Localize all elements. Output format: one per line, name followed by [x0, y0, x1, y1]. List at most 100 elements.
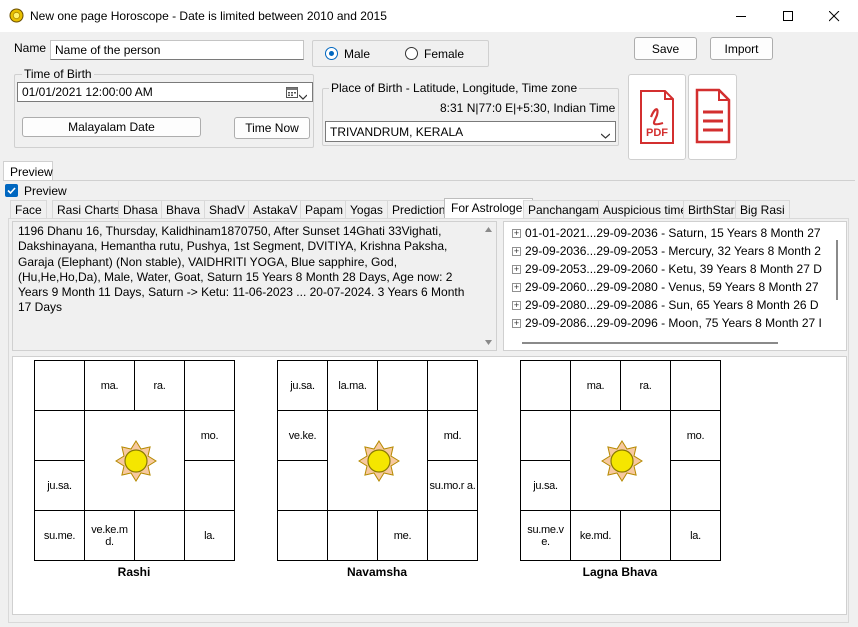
calendar-icon[interactable]	[286, 86, 298, 98]
save-button[interactable]: Save	[634, 37, 697, 60]
house-capricorn: ju.sa.	[34, 460, 85, 511]
chart-board: ma. ra. mo. ju.sa. su.me. ve.ke.m d. la.	[34, 360, 235, 561]
tree-item-label: 29-09-2036...29-09-2053 - Mercury, 32 Ye…	[525, 244, 821, 258]
house-libra	[620, 510, 671, 561]
tree-item[interactable]: +29-09-2086...29-09-2096 - Moon, 75 Year…	[512, 314, 842, 332]
chart-center	[84, 410, 185, 511]
maximize-button[interactable]	[765, 0, 811, 32]
house-scorpio: ve.ke.m d.	[84, 510, 135, 561]
preview-checkbox-label[interactable]: Preview	[24, 184, 67, 198]
house-libra: me.	[377, 510, 428, 561]
tab-yogas[interactable]: Yogas	[345, 200, 388, 218]
house-taurus: ra.	[134, 360, 185, 411]
house-virgo	[427, 510, 478, 561]
tree-item[interactable]: +29-09-2036...29-09-2053 - Mercury, 32 Y…	[512, 242, 842, 260]
dasha-tree[interactable]: +01-01-2021...29-09-2036 - Saturn, 15 Ye…	[503, 221, 847, 351]
tab-for-astrologer[interactable]: For Astrologer	[444, 198, 534, 219]
house-cancer: mo.	[184, 410, 235, 461]
house-aries: ma.	[570, 360, 621, 411]
tree-item[interactable]: +29-09-2060...29-09-2080 - Venus, 59 Yea…	[512, 278, 842, 296]
expand-icon[interactable]: +	[512, 228, 521, 238]
report-button[interactable]	[688, 74, 737, 160]
house-aries: ma.	[84, 360, 135, 411]
tab-dhasa[interactable]: Dhasa	[118, 200, 163, 218]
tab-prediction[interactable]: Prediction	[387, 200, 451, 218]
house-pisces	[520, 360, 571, 411]
chevron-down-icon[interactable]	[298, 89, 308, 103]
pdf-button[interactable]: PDF	[628, 74, 686, 160]
tab-birthstar[interactable]: BirthStar	[683, 200, 740, 218]
details-text: 1196 Dhanu 16, Thursday, Kalidhinam18707…	[18, 224, 465, 315]
datetime-picker[interactable]: 01/01/2021 12:00:00 AM	[17, 82, 313, 102]
pdf-icon: PDF	[637, 87, 677, 147]
male-label[interactable]: Male	[344, 47, 370, 61]
tree-horizontal-scrollbar[interactable]	[522, 342, 778, 344]
tree-vertical-scrollbar[interactable]	[836, 240, 838, 300]
preview-checkbox[interactable]	[5, 184, 18, 197]
house-gemini	[670, 360, 721, 411]
chart-title: Rashi	[117, 565, 151, 579]
place-label: Place of Birth - Latitude, Longitude, Ti…	[329, 81, 580, 95]
coordinates-text: 8:31 N|77:0 E|+5:30, Indian Time	[440, 101, 616, 115]
female-radio[interactable]	[405, 47, 418, 60]
house-sagittarius	[277, 510, 328, 561]
time-of-birth-label: Time of Birth	[22, 67, 94, 81]
tab-shadv[interactable]: ShadV	[204, 200, 251, 218]
datetime-value: 01/01/2021 12:00:00 AM	[22, 85, 153, 99]
tab-auspicious-time[interactable]: Auspicious time	[598, 200, 693, 218]
window-title: New one page Horoscope - Date is limited…	[30, 9, 387, 23]
app-icon	[9, 8, 24, 23]
tab-preview[interactable]: Preview	[3, 161, 53, 181]
tree-item-label: 29-09-2086...29-09-2096 - Moon, 75 Years…	[525, 316, 822, 330]
chevron-down-icon[interactable]	[600, 128, 611, 142]
tab-astakav[interactable]: AstakaV	[248, 200, 303, 218]
close-button[interactable]	[811, 0, 857, 32]
details-scrollbar[interactable]	[481, 222, 496, 350]
house-sagittarius: su.me.	[34, 510, 85, 561]
tab-rasi-charts[interactable]: Rasi Charts	[52, 200, 125, 218]
expand-icon[interactable]: +	[512, 300, 521, 310]
house-scorpio	[327, 510, 378, 561]
import-button[interactable]: Import	[710, 37, 773, 60]
time-now-button[interactable]: Time Now	[234, 117, 310, 139]
house-gemini	[427, 360, 478, 411]
tree-item[interactable]: +29-09-2053...29-09-2060 - Ketu, 39 Year…	[512, 260, 842, 278]
house-virgo: la.	[670, 510, 721, 561]
house-libra	[134, 510, 185, 561]
female-label[interactable]: Female	[424, 47, 464, 61]
tab-face[interactable]: Face	[10, 200, 47, 218]
house-leo: su.mo.r a.	[427, 460, 478, 511]
chart-title: Navamsha	[346, 565, 408, 579]
name-input[interactable]: Name of the person	[50, 40, 304, 60]
expand-icon[interactable]: +	[512, 318, 521, 328]
main-tabs: Face Rasi Charts Dhasa Bhava ShadV Astak…	[8, 198, 848, 219]
house-taurus: ra.	[620, 360, 671, 411]
minimize-button[interactable]	[718, 0, 764, 32]
male-radio[interactable]	[325, 47, 338, 60]
tab-papam[interactable]: Papam	[300, 200, 349, 218]
house-aries: la.ma.	[327, 360, 378, 411]
malayalam-date-button[interactable]: Malayalam Date	[22, 117, 201, 137]
chart-board: ma. ra. mo. ju.sa. su.me.v e. ke.md. la.	[520, 360, 721, 561]
title-bar: New one page Horoscope - Date is limited…	[0, 0, 858, 32]
expand-icon[interactable]: +	[512, 264, 521, 274]
chart-title: Lagna Bhava	[582, 565, 658, 579]
house-capricorn: ju.sa.	[520, 460, 571, 511]
expand-icon[interactable]: +	[512, 246, 521, 256]
tab-bhava[interactable]: Bhava	[161, 200, 206, 218]
sun-icon	[114, 439, 158, 486]
tree-item-label: 01-01-2021...29-09-2036 - Saturn, 15 Yea…	[525, 226, 821, 240]
tree-item[interactable]: +29-09-2080...29-09-2086 - Sun, 65 Years…	[512, 296, 842, 314]
document-icon	[693, 86, 733, 149]
tree-item-label: 29-09-2060...29-09-2080 - Venus, 59 Year…	[525, 280, 819, 294]
tab-big-rasi[interactable]: Big Rasi	[735, 200, 790, 218]
lagna-bhava-chart: ma. ra. mo. ju.sa. su.me.v e. ke.md. la. Lagna …	[520, 360, 721, 584]
sun-icon	[357, 439, 401, 486]
place-select[interactable]: TRIVANDRUM, KERALA	[325, 121, 616, 142]
expand-icon[interactable]: +	[512, 282, 521, 292]
details-textbox[interactable]: 1196 Dhanu 16, Thursday, Kalidhinam18707…	[12, 221, 497, 351]
navamsha-chart: ju.sa. la.ma. ve.ke. md. su.mo.r a. me. Navams…	[277, 360, 478, 584]
tab-panchangam[interactable]: Panchangam	[523, 200, 604, 218]
tree-item[interactable]: +01-01-2021...29-09-2036 - Saturn, 15 Ye…	[512, 224, 842, 242]
house-aquarius	[520, 410, 571, 461]
